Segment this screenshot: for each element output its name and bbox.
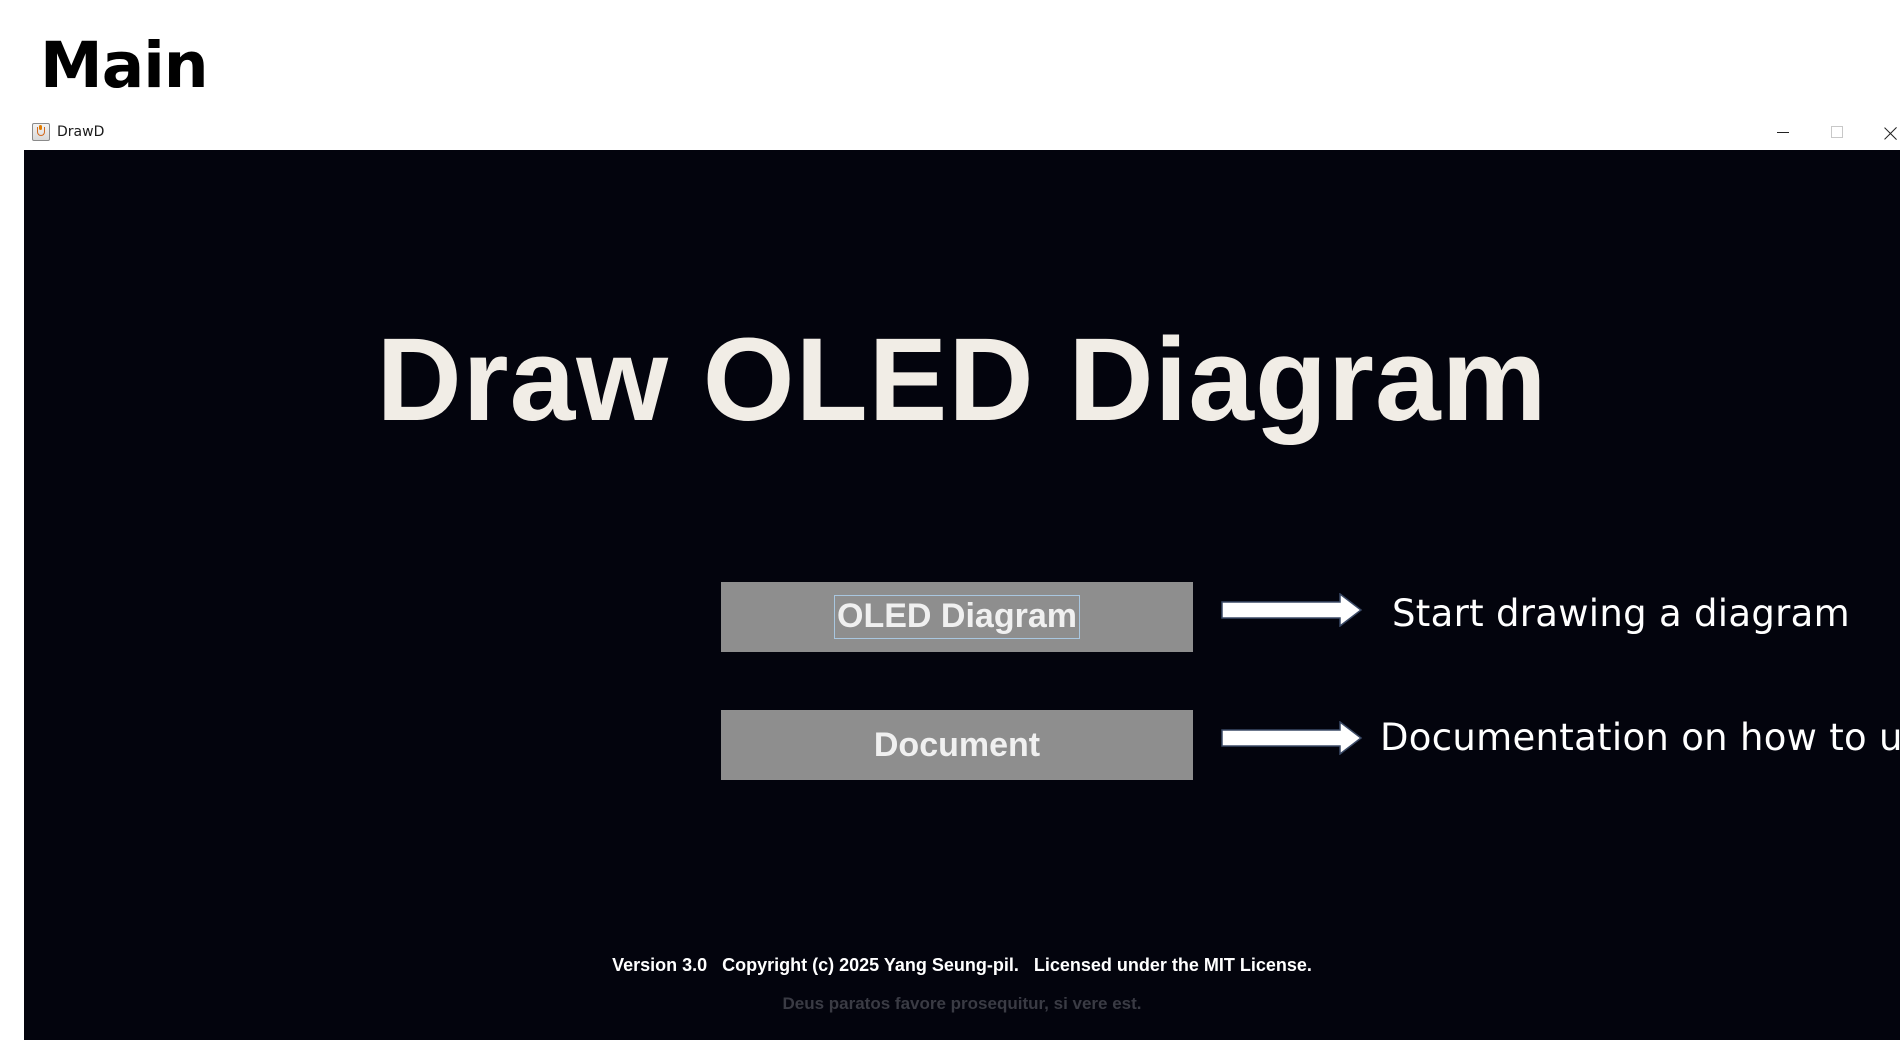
motto-text: Deus paratos favore prosequitur, si vere… — [782, 994, 1142, 1013]
version-copyright-text: Version 3.0 Copyright (c) 2025 Yang Seun… — [612, 955, 1312, 975]
window-titlebar[interactable]: DrawD — [24, 116, 1900, 150]
oled-diagram-button-label: OLED Diagram — [834, 595, 1080, 639]
slide-page: Main DrawD Draw OLED Diagram OLED Diagra… — [0, 0, 1904, 1054]
close-icon[interactable] — [1864, 116, 1904, 150]
document-button[interactable]: Document — [721, 710, 1193, 780]
page-heading: Main — [40, 29, 209, 102]
java-app-icon — [32, 123, 50, 141]
window-title: DrawD — [57, 124, 105, 140]
annotation-start-drawing: Start drawing a diagram — [1392, 592, 1850, 635]
arrow-right-icon — [1221, 593, 1363, 627]
minimize-icon[interactable] — [1756, 116, 1810, 150]
document-button-label: Document — [873, 725, 1041, 764]
app-title: Draw OLED Diagram — [376, 314, 1548, 446]
maximize-icon[interactable] — [1810, 116, 1864, 150]
arrow-right-icon — [1221, 721, 1363, 755]
annotation-documentation: Documentation on how to use — [1380, 716, 1900, 759]
oled-diagram-button[interactable]: OLED Diagram — [721, 582, 1193, 652]
app-content-area: Draw OLED Diagram OLED Diagram Document … — [24, 150, 1900, 1040]
